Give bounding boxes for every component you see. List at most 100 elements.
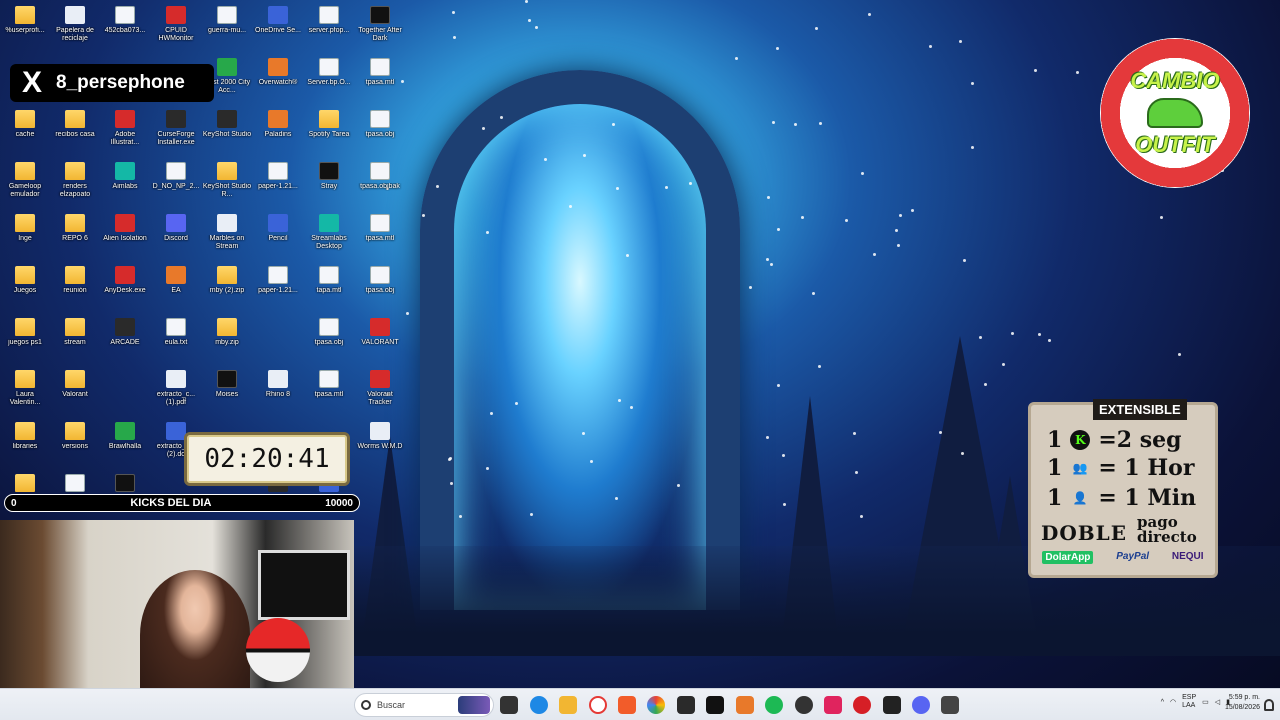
language-indicator[interactable]: ESP LAA xyxy=(1182,694,1196,710)
star-decoration xyxy=(626,253,630,257)
desktop-icon[interactable]: Discord xyxy=(151,214,201,243)
obs-icon[interactable] xyxy=(795,696,813,714)
desktop-icon[interactable]: Alien Isolation xyxy=(100,214,150,243)
star-decoration xyxy=(1037,332,1041,336)
network-icon[interactable]: ▭ xyxy=(1202,698,1209,706)
folder-icon xyxy=(15,318,35,336)
curseforge-icon[interactable] xyxy=(883,696,901,714)
desktop-icon[interactable]: Marbles on Stream xyxy=(202,214,252,251)
desktop-icon[interactable]: Moises xyxy=(202,370,252,399)
desktop-icon[interactable]: guerra-mu... xyxy=(202,6,252,35)
desktop-icon[interactable]: tpasa.obj xyxy=(355,110,405,139)
task-view-icon[interactable] xyxy=(500,696,518,714)
desktop-icon[interactable]: Valorant xyxy=(50,370,100,399)
desktop-icon-label: Server.bp.O... xyxy=(307,79,351,86)
desktop-icon[interactable]: Overwatch® xyxy=(253,58,303,87)
desktop-icon[interactable]: Adobe Illustrat... xyxy=(100,110,150,147)
desktop-icon[interactable]: %userprofi... xyxy=(0,6,50,35)
desktop-icon[interactable]: VALORANT xyxy=(355,318,405,347)
taskbar-clock[interactable]: 5:59 p. m. 15/08/2026 xyxy=(1225,693,1260,713)
row-text: = 1 Min xyxy=(1098,485,1197,511)
desktop-icon[interactable]: AnyDesk.exe xyxy=(100,266,150,295)
desktop-icon-label: mby (2).zip xyxy=(209,287,245,294)
file-icon xyxy=(268,162,288,180)
chevron-up-icon[interactable]: ^ xyxy=(1161,699,1164,706)
desktop-icon[interactable]: D_NO_NP_2... xyxy=(151,162,201,191)
desktop-icon[interactable]: tpasa.obj xyxy=(304,318,354,347)
desktop-icon[interactable]: libraries xyxy=(0,422,50,451)
desktop-icon[interactable]: Worms W.M.D xyxy=(355,422,405,451)
app-icon[interactable] xyxy=(677,696,695,714)
desktop-icon[interactable]: recibos casa xyxy=(50,110,100,139)
desktop-icon[interactable]: Gameloop emulador xyxy=(0,162,50,199)
desktop-icon[interactable]: Valorant Tracker xyxy=(355,370,405,407)
brave-icon[interactable] xyxy=(618,696,636,714)
desktop-icon[interactable]: mby.zip xyxy=(202,318,252,347)
wifi-icon[interactable]: ◠ xyxy=(1170,698,1176,706)
desktop-icon[interactable]: stream xyxy=(50,318,100,347)
desktop-icon[interactable]: server.pfop... xyxy=(304,6,354,35)
desktop-icon[interactable]: REPO 6 xyxy=(50,214,100,243)
desktop-icon[interactable]: versions xyxy=(50,422,100,451)
desktop-icon[interactable]: Streamlabs Desktop xyxy=(304,214,354,251)
desktop-icon[interactable]: renders elzapoato xyxy=(50,162,100,199)
notification-bell-icon[interactable] xyxy=(1264,699,1274,711)
desktop-icon[interactable]: Papelera de reciclaje xyxy=(50,6,100,43)
desktop-icon[interactable]: Brawlhalla xyxy=(100,422,150,451)
search-highlight-icon[interactable] xyxy=(458,696,490,714)
file-explorer-icon[interactable] xyxy=(559,696,577,714)
desktop-icon[interactable]: EA xyxy=(151,266,201,295)
desktop-icon[interactable]: eula.txt xyxy=(151,318,201,347)
desktop-icon[interactable]: KeyShot Studio xyxy=(202,110,252,139)
desktop-icon[interactable]: tapa.mtl xyxy=(304,266,354,295)
desktop-icon-label: Valorant xyxy=(62,391,88,398)
desktop-icon[interactable]: tpasa.mtl xyxy=(355,58,405,87)
app-icon[interactable] xyxy=(736,696,754,714)
desktop-icon[interactable]: Laura Valentin... xyxy=(0,370,50,407)
row-number: 1 xyxy=(1047,485,1063,511)
paypal-logo: PayPal xyxy=(1116,551,1150,562)
desktop-icon[interactable]: extracto_c... (1).pdf xyxy=(151,370,201,407)
volume-icon[interactable]: ◁ xyxy=(1215,698,1220,706)
desktop-icon[interactable]: paper-1.21... xyxy=(253,266,303,295)
chrome-icon[interactable] xyxy=(647,696,665,714)
desktop-icon[interactable]: Juegos xyxy=(0,266,50,295)
desktop-icon[interactable]: Spotify Tarea xyxy=(304,110,354,139)
desktop-icon[interactable]: Stray xyxy=(304,162,354,191)
desktop-icon[interactable]: Aimlabs xyxy=(100,162,150,191)
desktop-icon[interactable]: Together After Dark xyxy=(355,6,405,43)
desktop-icon[interactable]: OneDrive Se... xyxy=(253,6,303,35)
desktop-icon[interactable]: Inge xyxy=(0,214,50,243)
edge-icon[interactable] xyxy=(530,696,548,714)
epic-games-icon[interactable] xyxy=(706,696,724,714)
desktop-icon[interactable]: tpasa.mtl xyxy=(355,214,405,243)
app-icon[interactable] xyxy=(941,696,959,714)
app-icon[interactable] xyxy=(853,696,871,714)
desktop-icon[interactable]: reunión xyxy=(50,266,100,295)
file-icon xyxy=(319,6,339,24)
desktop-icon[interactable]: mby (2).zip xyxy=(202,266,252,295)
desktop-icon[interactable]: Server.bp.O... xyxy=(304,58,354,87)
desktop-icon[interactable]: tpasa.mtl xyxy=(304,370,354,399)
desktop-icon[interactable]: Rhino 8 xyxy=(253,370,303,399)
tiktok-icon[interactable] xyxy=(824,696,842,714)
opera-icon[interactable] xyxy=(589,696,607,714)
desktop-icon[interactable]: CurseForge Installer.exe xyxy=(151,110,201,147)
desktop-icon[interactable]: paper-1.21... xyxy=(253,162,303,191)
desktop-icon[interactable]: juegos ps1 xyxy=(0,318,50,347)
desktop-icon[interactable]: tpasa.obj xyxy=(355,266,405,295)
spotify-icon[interactable] xyxy=(765,696,783,714)
desktop-icon[interactable]: KeyShot Studio R... xyxy=(202,162,252,199)
desktop-icon[interactable]: CPUID HWMonitor xyxy=(151,6,201,43)
app-icon xyxy=(217,58,237,76)
star-decoration xyxy=(867,12,871,16)
star-decoration xyxy=(852,431,856,435)
desktop-icon[interactable]: cache xyxy=(0,110,50,139)
star-decoration xyxy=(590,459,593,463)
desktop-icon[interactable]: Pencil xyxy=(253,214,303,243)
discord-icon[interactable] xyxy=(912,696,930,714)
desktop-icon[interactable]: Paladins xyxy=(253,110,303,139)
desktop-icon[interactable]: tpasa.objbak xyxy=(355,162,405,191)
desktop-icon[interactable]: ARCADE xyxy=(100,318,150,347)
desktop-icon[interactable]: 452cba073... xyxy=(100,6,150,35)
